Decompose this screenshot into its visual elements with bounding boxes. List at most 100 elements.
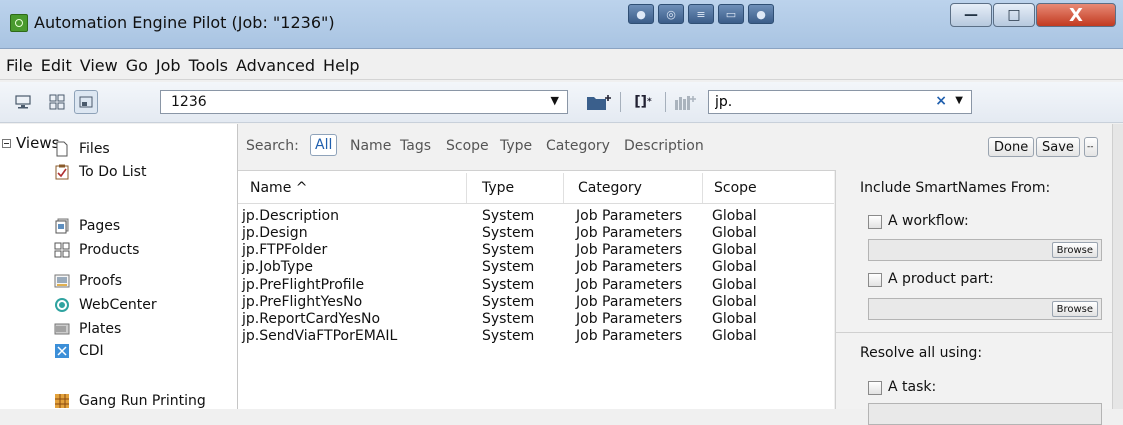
menu-go[interactable]: Go (126, 56, 148, 75)
views-heading[interactable]: Views (2, 134, 59, 152)
open-job-folder-icon[interactable] (584, 91, 614, 113)
column-header-type[interactable]: Type (482, 180, 514, 196)
minimize-button[interactable]: — (950, 3, 992, 27)
job-selector[interactable]: 1236 ▼ (160, 90, 568, 114)
table-row[interactable]: jp.PreFlightYesNo System Job Parameters … (238, 294, 834, 311)
new-smartname-icon[interactable]: [] * (626, 91, 660, 113)
cell-category: Job Parameters (576, 259, 683, 275)
column-header-name[interactable]: Name ^ (250, 180, 307, 196)
menu-view[interactable]: View (80, 56, 118, 75)
table-row[interactable]: jp.SendViaFTPorEMAIL System Job Paramete… (238, 328, 834, 345)
sidebar-item-files[interactable]: Files (54, 138, 110, 160)
cell-category: Job Parameters (576, 328, 683, 344)
close-button[interactable]: X (1036, 3, 1116, 27)
sidebar-item-pages[interactable]: Pages (54, 215, 120, 237)
workflow-browse-button[interactable]: Browse (1051, 242, 1098, 258)
menu-file[interactable]: File (6, 56, 33, 75)
table-row[interactable]: jp.ReportCardYesNo System Job Parameters… (238, 311, 834, 328)
search-label: Search: (246, 138, 299, 154)
products-icon (54, 242, 70, 258)
sidebar-item-products[interactable]: Products (54, 239, 139, 261)
cell-type: System (482, 277, 535, 293)
sidebar-item-plates[interactable]: Plates (54, 318, 121, 340)
column-header-category[interactable]: Category (578, 180, 642, 196)
scope-all-toggle[interactable]: All (310, 134, 338, 156)
sidebar-item-label: Products (79, 242, 140, 258)
table-row[interactable]: jp.JobType System Job Parameters Global (238, 259, 834, 276)
scope-type-toggle[interactable]: Type (500, 138, 532, 154)
sidebar-item-cdi[interactable]: CDI (54, 340, 104, 362)
save-button[interactable]: Save (1036, 137, 1080, 157)
column-divider[interactable] (702, 173, 703, 203)
proofs-icon (54, 273, 70, 289)
table-row[interactable]: jp.PreFlightProfile System Job Parameter… (238, 277, 834, 294)
products-add-icon[interactable] (672, 91, 700, 113)
cdi-icon (54, 343, 70, 359)
sidebar-item-proofs[interactable]: Proofs (54, 270, 122, 292)
cell-name: jp.FTPFolder (242, 242, 328, 258)
cell-category: Job Parameters (576, 242, 683, 258)
collapse-icon[interactable] (2, 138, 11, 148)
task-label: A task: (888, 379, 937, 395)
scope-tags-toggle[interactable]: Tags (400, 138, 431, 154)
clear-search-icon[interactable]: × (935, 93, 947, 109)
webcenter-icon (54, 297, 70, 313)
monitor-view-icon[interactable] (12, 91, 34, 113)
gang-run-icon (54, 393, 70, 409)
sidebar-item-label: Plates (79, 321, 122, 337)
workflow-checkbox[interactable] (868, 215, 882, 229)
cell-category: Job Parameters (576, 277, 683, 293)
product-part-checkbox[interactable] (868, 273, 882, 287)
workflow-label: A workflow: (888, 213, 969, 229)
scrollbar[interactable] (1112, 124, 1123, 409)
menu-advanced[interactable]: Advanced (236, 56, 315, 75)
scope-category-toggle[interactable]: Category (546, 138, 610, 154)
search-input[interactable] (715, 93, 915, 111)
search-box[interactable]: × ▼ (708, 90, 972, 114)
sidebar-item-todo[interactable]: To Do List (54, 161, 146, 183)
task-field[interactable] (868, 403, 1102, 425)
cell-type: System (482, 328, 535, 344)
product-part-field[interactable]: Browse (868, 298, 1102, 320)
scope-scope-toggle[interactable]: Scope (446, 138, 489, 154)
sidebar-item-label: Pages (79, 218, 121, 234)
cell-name: jp.Design (242, 225, 308, 241)
task-checkbox[interactable] (868, 381, 882, 395)
include-heading: Include SmartNames From: (860, 180, 1051, 196)
grid-view-icon[interactable] (46, 91, 68, 113)
workflow-field[interactable]: Browse (868, 239, 1102, 261)
settings-icon[interactable]: ◎ (658, 4, 684, 24)
panel-divider (836, 332, 1113, 333)
window-icon[interactable]: ▭ (718, 4, 744, 24)
product-part-browse-button[interactable]: Browse (1051, 301, 1098, 317)
menu-edit[interactable]: Edit (41, 56, 72, 75)
menu-job[interactable]: Job (156, 56, 181, 75)
cell-scope: Global (712, 208, 757, 224)
column-header-scope[interactable]: Scope (714, 180, 757, 196)
table-row[interactable]: jp.Design System Job Parameters Global (238, 225, 834, 242)
menu-tools[interactable]: Tools (189, 56, 228, 75)
sidebar-item-webcenter[interactable]: WebCenter (54, 294, 157, 316)
status-icon[interactable]: ● (748, 4, 774, 24)
toolbar-separator (665, 92, 666, 112)
job-view-icon[interactable] (74, 90, 98, 114)
queue-icon[interactable]: ≡ (688, 4, 714, 24)
resolve-heading: Resolve all using: (860, 345, 983, 361)
table-row[interactable]: jp.Description System Job Parameters Glo… (238, 208, 834, 225)
server-status-icon[interactable]: ● (628, 4, 654, 24)
search-options-icon[interactable]: ▼ (955, 95, 963, 106)
scope-name-toggle[interactable]: Name (350, 138, 391, 154)
done-button[interactable]: Done (988, 137, 1035, 157)
chevron-down-icon[interactable]: ▼ (551, 94, 559, 107)
app-icon (10, 14, 28, 32)
column-divider[interactable] (466, 173, 467, 203)
table-row[interactable]: jp.FTPFolder System Job Parameters Globa… (238, 242, 834, 259)
column-divider[interactable] (563, 173, 564, 203)
job-selector-value: 1236 (171, 94, 207, 110)
scope-description-toggle[interactable]: Description (624, 138, 704, 154)
cell-scope: Global (712, 311, 757, 327)
cell-category: Job Parameters (576, 311, 683, 327)
menu-help[interactable]: Help (323, 56, 359, 75)
maximize-button[interactable]: □ (993, 3, 1035, 27)
more-button[interactable]: -- (1084, 137, 1098, 157)
